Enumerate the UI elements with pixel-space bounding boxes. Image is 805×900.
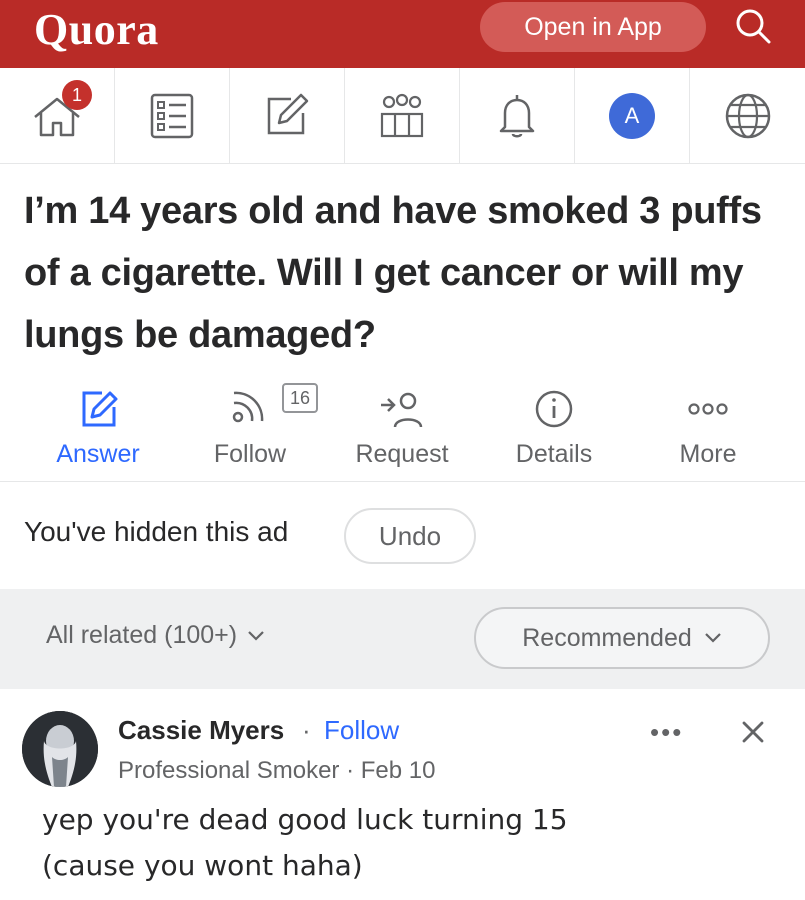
question-actions: Answer Follow Request Details More [0,380,805,480]
bell-icon [499,94,535,137]
request-person-icon [381,392,423,428]
details-label: Details [515,440,593,468]
answer-line-2: (cause you wont haha) [42,849,363,882]
hidden-ad-text: You've hidden this ad [24,516,289,547]
more-button[interactable]: More [666,380,750,480]
follow-count: 16 [282,383,318,413]
answer-line-1: yep you're dead good luck turning 15 [42,803,568,836]
answer-pencil-icon [82,391,118,427]
follow-author-link[interactable]: Follow [324,715,399,746]
request-label: Request [355,440,449,468]
all-related-dropdown[interactable]: All related (100+) [46,621,265,650]
info-icon [535,390,573,428]
chevron-down-icon [248,630,264,641]
open-in-app-button[interactable]: Open in App [480,2,706,52]
notification-badge: 1 [62,80,92,110]
details-button[interactable]: Details [506,380,602,480]
author-credential: Professional Smoker · Feb 10 [118,757,436,784]
author-name[interactable]: Cassie Myers [118,715,284,746]
follow-rss-icon [232,391,264,423]
nav-spaces[interactable] [345,68,460,163]
recommended-label: Recommended [522,623,692,652]
nav-profile[interactable]: A [575,68,690,163]
globe-icon [725,93,770,138]
nav-write[interactable] [230,68,345,163]
answer-button[interactable]: Answer [48,380,148,480]
question-title: I’m 14 years old and have smoked 3 puffs… [24,190,762,356]
quora-logo[interactable]: Quora [34,4,159,55]
recommended-dropdown[interactable]: Recommended [474,607,770,669]
chevron-down-icon [704,633,721,643]
top-bar: Quora Open in App [0,0,805,68]
nav-notifications[interactable] [460,68,575,163]
undo-button[interactable]: Undo [344,508,476,564]
close-icon[interactable] [736,715,770,749]
nav-home[interactable]: 1 [0,68,115,163]
answer-list-icon [150,93,194,138]
nav-answer[interactable] [115,68,230,163]
answer-more-button[interactable]: ••• [650,717,683,748]
nav-languages[interactable] [690,68,805,163]
request-button[interactable]: Request [350,380,454,480]
more-label: More [679,440,737,468]
search-icon[interactable] [728,2,778,52]
more-dots-icon [688,403,728,415]
answer-label: Answer [56,440,140,468]
all-related-label: All related (100+) [46,621,238,649]
related-bar: All related (100+) Recommended [0,589,805,689]
icon-nav: 1 A [0,68,805,164]
separator-dot: · [302,715,311,745]
spaces-icon [380,93,424,137]
write-icon [267,93,309,134]
hidden-ad-section: You've hidden this ad Undo [0,481,805,589]
avatar: A [609,92,655,139]
follow-label: Follow [213,440,287,468]
answer-body: yep you're dead good luck turning 15 (ca… [42,797,782,889]
answer-card: Cassie Myers · Follow Professional Smoke… [0,689,805,900]
author-avatar[interactable] [22,711,98,787]
